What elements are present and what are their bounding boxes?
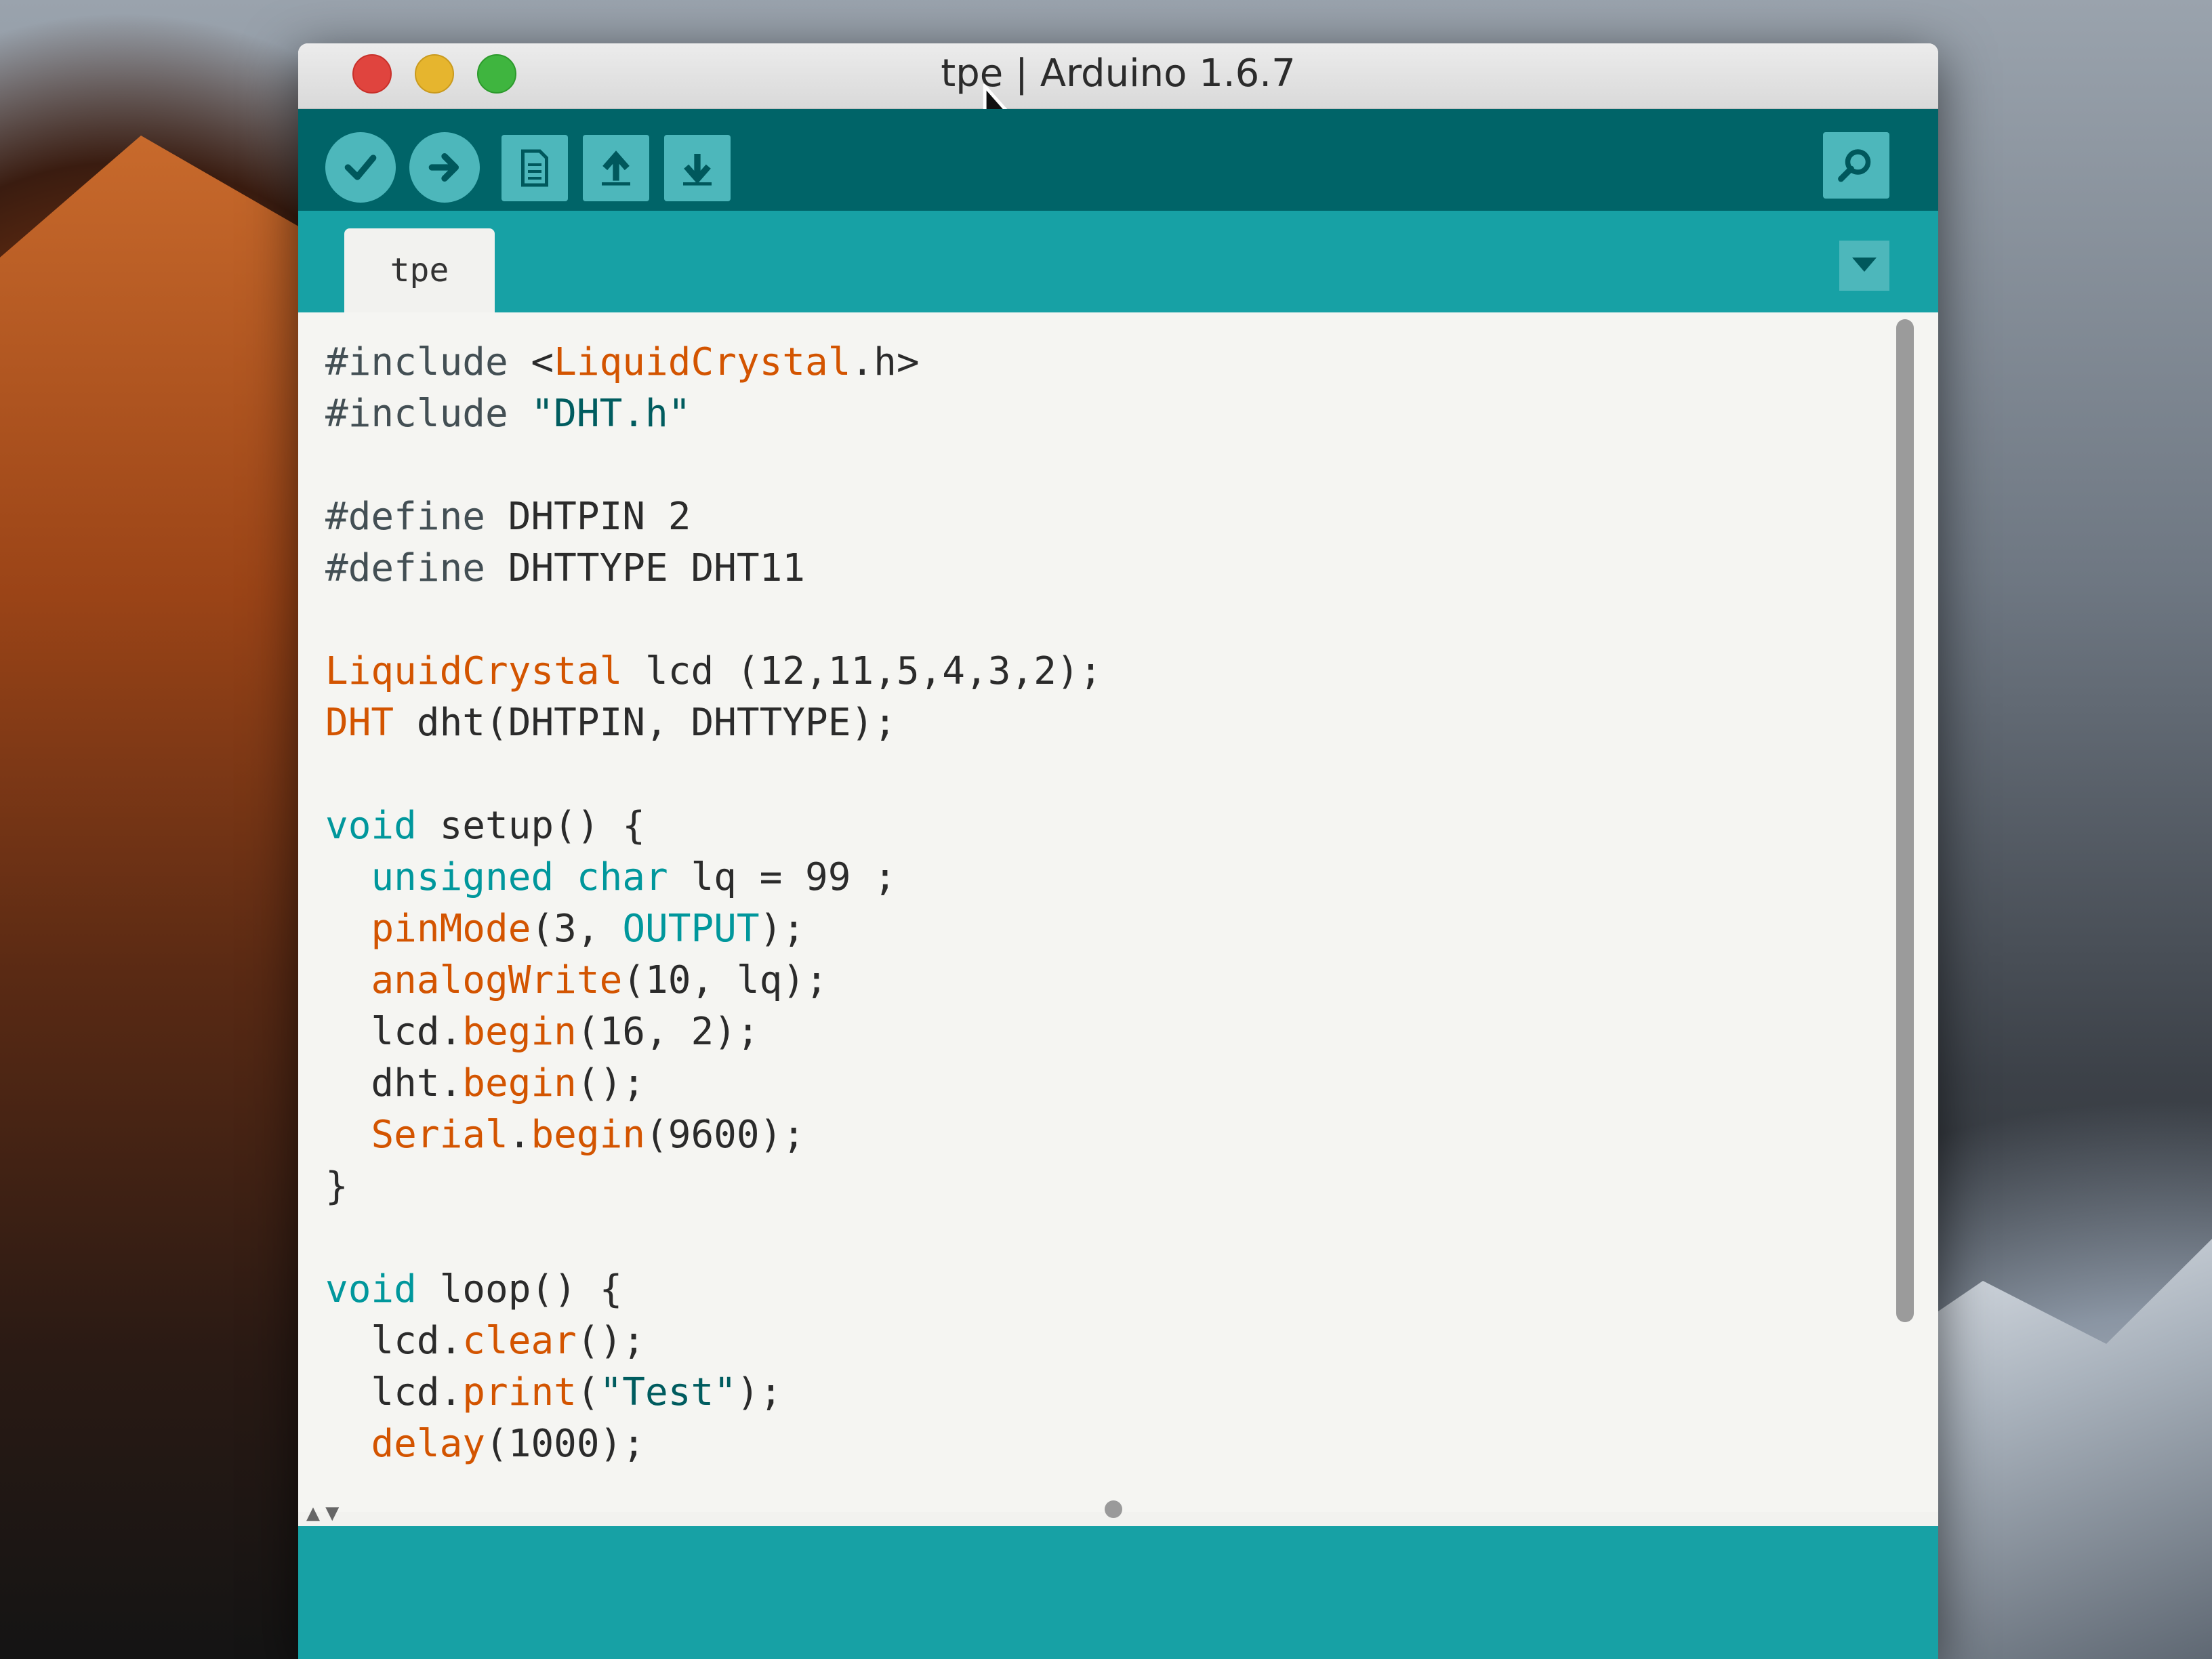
check-icon	[344, 155, 377, 180]
new-sketch-button[interactable]	[501, 135, 568, 201]
console-resize-arrows-icon[interactable]: ▲ ▼	[306, 1503, 339, 1523]
code-line: unsigned char lq = 99 ;	[371, 855, 897, 899]
code-line: #define DHTTYPE DHT11	[325, 546, 806, 590]
tab-bar: tpe	[298, 211, 1938, 312]
verify-button[interactable]	[325, 132, 396, 203]
code-line: Serial.begin(9600);	[371, 1113, 806, 1157]
code-line: lcd.print("Test");	[325, 1370, 783, 1414]
tab-menu-button[interactable]	[1839, 241, 1889, 291]
code-line: analogWrite(10, lq);	[371, 958, 828, 1002]
title-bar[interactable]: tpe | Arduino 1.6.7	[298, 43, 1938, 147]
splitter-handle[interactable]	[1105, 1500, 1122, 1518]
tab-tpe[interactable]: tpe	[344, 228, 495, 312]
arrow-down-icon	[683, 154, 712, 186]
chevron-down-icon	[1852, 258, 1877, 272]
code-line: #include <LiquidCrystal.h>	[325, 340, 920, 384]
console-status-bar	[298, 1526, 1938, 1659]
code-line: #include "DHT.h"	[325, 392, 691, 436]
upload-button[interactable]	[409, 132, 480, 203]
arduino-ide-window: tpe | Arduino 1.6.7 tpe #include <Liquid…	[298, 43, 1938, 1659]
editor-scrollbar-thumb[interactable]	[1896, 319, 1914, 1322]
code-line: lcd.begin(16, 2);	[325, 1010, 760, 1054]
arrow-up-icon	[602, 150, 630, 186]
toolbar	[298, 109, 1938, 211]
arrow-right-icon	[428, 153, 459, 182]
code-line: void setup() {	[325, 804, 646, 848]
code-line: dht.begin();	[325, 1061, 646, 1105]
serial-monitor-button[interactable]	[1823, 132, 1889, 199]
code-line: delay(1000);	[371, 1422, 646, 1466]
open-sketch-button[interactable]	[583, 135, 649, 201]
new-file-icon	[521, 149, 548, 187]
code-editor[interactable]: #include <LiquidCrystal.h> #include "DHT…	[298, 312, 1938, 1512]
code-line: DHT dht(DHTPIN, DHTTYPE);	[325, 701, 897, 745]
code-line: LiquidCrystal lcd (12,11,5,4,3,2);	[325, 649, 1103, 693]
code-line: #define DHTPIN 2	[325, 495, 691, 539]
magnifier-icon	[1838, 149, 1871, 182]
code-line: lcd.clear();	[325, 1319, 646, 1363]
code-line: }	[325, 1164, 348, 1208]
window-title: tpe | Arduino 1.6.7	[941, 52, 1296, 96]
code-line: void loop() {	[325, 1267, 623, 1311]
code-text[interactable]: #include <LiquidCrystal.h> #include "DHT…	[325, 337, 1102, 1470]
code-line: pinMode(3, OUTPUT);	[371, 907, 806, 951]
save-sketch-button[interactable]	[664, 135, 731, 201]
